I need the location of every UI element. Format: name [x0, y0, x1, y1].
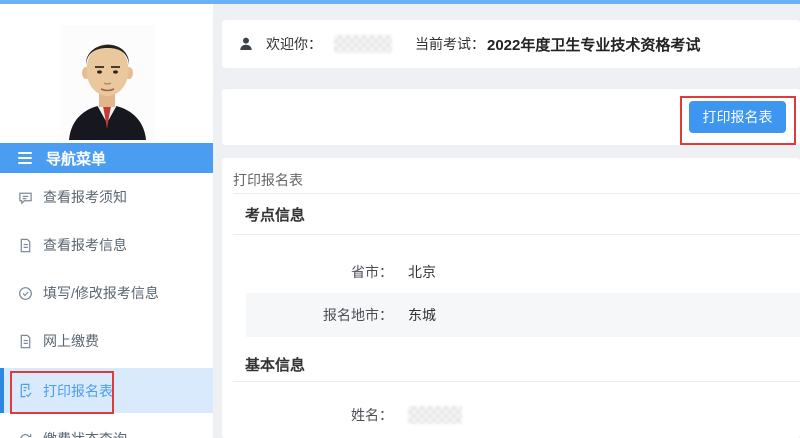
sidebar-item-label: 缴费状态查询	[43, 429, 127, 438]
current-exam-label: 当前考试：	[415, 34, 485, 54]
refresh-icon	[18, 432, 33, 438]
field-label: 姓名：	[246, 405, 393, 425]
print-form-panel: 打印报名表 考点信息 省市： 北京 报名地市： 东城 基本信息 姓名：	[222, 158, 800, 438]
sidebar-item-fill-modify-info[interactable]: 填写/修改报考信息	[0, 278, 213, 308]
top-accent-strip	[0, 0, 800, 4]
main-content: 欢迎你： 当前考试： 2022年度卫生专业技术资格考试 打印报名表 打印报名表 …	[213, 4, 800, 438]
sidebar-item-label: 查看报考信息	[43, 235, 127, 255]
document-check-icon	[18, 383, 33, 398]
redacted-user-name	[334, 35, 392, 53]
comment-icon	[18, 190, 33, 205]
redacted-name-value	[408, 406, 462, 424]
hamburger-icon	[18, 152, 32, 164]
sidebar-item-exam-info[interactable]: 查看报考信息	[0, 230, 213, 260]
form-row-province: 省市： 北京	[246, 251, 800, 293]
sidebar-item-label: 查看报考须知	[43, 187, 127, 207]
sidebar-item-label: 打印报名表	[43, 381, 113, 401]
sidebar-item-print-form[interactable]: 打印报名表	[0, 368, 213, 413]
field-label: 省市：	[246, 262, 393, 282]
document-icon	[18, 238, 33, 253]
current-exam-value: 2022年度卫生专业技术资格考试	[487, 34, 700, 55]
divider	[233, 193, 800, 194]
field-value: 北京	[408, 262, 436, 282]
sidebar-item-online-payment[interactable]: 网上缴费	[0, 326, 213, 356]
form-row-name: 姓名：	[246, 394, 800, 436]
panel-title: 打印报名表	[233, 170, 303, 190]
print-form-button[interactable]: 打印报名表	[689, 101, 786, 133]
section-title-basic-info: 基本信息	[245, 354, 305, 375]
sidebar: 导航菜单 查看报考须知 查看报考信息 填写/修改报考信息	[0, 4, 213, 438]
field-value: 东城	[408, 305, 436, 325]
user-icon	[238, 36, 254, 52]
welcome-bar: 欢迎你： 当前考试： 2022年度卫生专业技术资格考试	[222, 20, 800, 68]
sidebar-item-label: 网上缴费	[43, 331, 99, 351]
action-bar: 打印报名表	[222, 89, 800, 145]
divider	[233, 234, 800, 235]
applicant-photo	[60, 25, 155, 140]
field-label: 报名地市：	[246, 305, 393, 325]
form-row-city: 报名地市： 东城	[246, 293, 800, 337]
nav-menu-title: 导航菜单	[46, 148, 106, 169]
sidebar-item-label: 填写/修改报考信息	[43, 283, 159, 303]
sidebar-item-exam-notice[interactable]: 查看报考须知	[0, 182, 213, 212]
divider	[233, 381, 800, 382]
nav-menu-header: 导航菜单	[0, 143, 213, 173]
document-icon	[18, 334, 33, 349]
section-title-exam-site: 考点信息	[245, 204, 305, 225]
check-badge-icon	[18, 286, 33, 301]
selected-item-indicator-bar	[0, 368, 4, 413]
sidebar-item-payment-status[interactable]: 缴费状态查询	[0, 424, 213, 438]
welcome-label: 欢迎你：	[266, 34, 322, 54]
